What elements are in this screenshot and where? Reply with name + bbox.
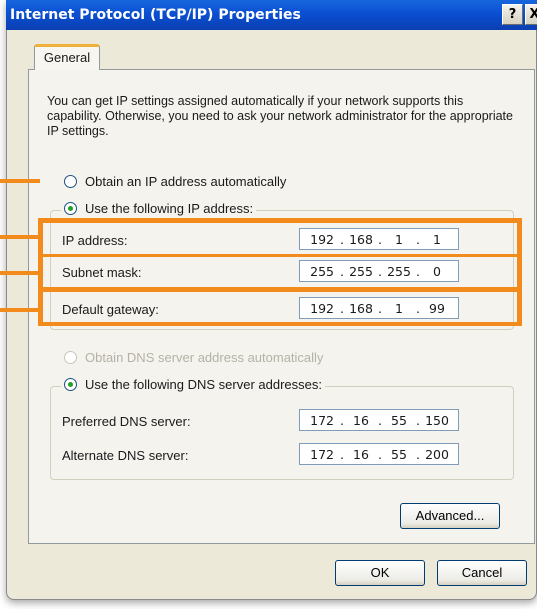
alternate-dns-input[interactable]: 172. 16. 55. 200 <box>299 443 459 465</box>
default-gateway-highlight <box>40 289 520 325</box>
highlight-pointer-line <box>0 179 40 183</box>
alternate-dns-octet-2: 16 <box>353 446 369 462</box>
obtain-ip-auto-radio[interactable] <box>64 175 77 188</box>
intro-text: You can get IP settings assigned automat… <box>47 94 513 138</box>
preferred-dns-label: Preferred DNS server: <box>62 414 191 429</box>
alternate-dns-octet-4: 200 <box>425 446 449 462</box>
highlight-pointer-line <box>0 271 42 275</box>
obtain-dns-auto-label: Obtain DNS server address automatically <box>85 350 324 365</box>
preferred-dns-octet-2: 16 <box>353 412 369 428</box>
use-following-dns-radio[interactable] <box>64 378 77 391</box>
preferred-dns-octet-1: 172 <box>310 412 334 428</box>
dns-server-group <box>50 386 514 480</box>
use-following-ip-radio[interactable] <box>64 202 77 215</box>
title-bar[interactable]: Internet Protocol (TCP/IP) Properties ? … <box>6 0 537 30</box>
window-title: Internet Protocol (TCP/IP) Properties <box>10 7 301 23</box>
ip-address-highlight <box>40 220 520 257</box>
highlight-pointer-line <box>0 308 42 312</box>
help-button[interactable]: ? <box>502 4 523 25</box>
cancel-button[interactable]: Cancel <box>437 560 527 586</box>
obtain-ip-auto-label: Obtain an IP address automatically <box>85 174 287 189</box>
preferred-dns-input[interactable]: 172. 16. 55. 150 <box>299 409 459 431</box>
alternate-dns-label: Alternate DNS server: <box>62 448 189 463</box>
tab-general[interactable]: General <box>34 44 100 70</box>
close-button[interactable]: X <box>525 4 537 25</box>
obtain-dns-auto-radio <box>64 351 77 364</box>
advanced-button[interactable]: Advanced... <box>400 503 500 529</box>
subnet-mask-highlight <box>40 254 520 290</box>
obtain-ip-auto-option[interactable]: Obtain an IP address automatically <box>64 174 286 189</box>
obtain-dns-auto-option: Obtain DNS server address automatically <box>64 350 323 365</box>
use-following-ip-option[interactable]: Use the following IP address: <box>61 201 257 216</box>
alternate-dns-octet-1: 172 <box>310 446 334 462</box>
preferred-dns-octet-4: 150 <box>425 412 449 428</box>
use-following-dns-label: Use the following DNS server addresses: <box>85 377 322 392</box>
preferred-dns-octet-3: 55 <box>391 412 407 428</box>
alternate-dns-octet-3: 55 <box>391 446 407 462</box>
ok-button[interactable]: OK <box>335 560 425 586</box>
use-following-ip-label: Use the following IP address: <box>85 201 254 216</box>
highlight-pointer-line <box>0 235 42 239</box>
use-following-dns-option[interactable]: Use the following DNS server addresses: <box>61 377 325 392</box>
